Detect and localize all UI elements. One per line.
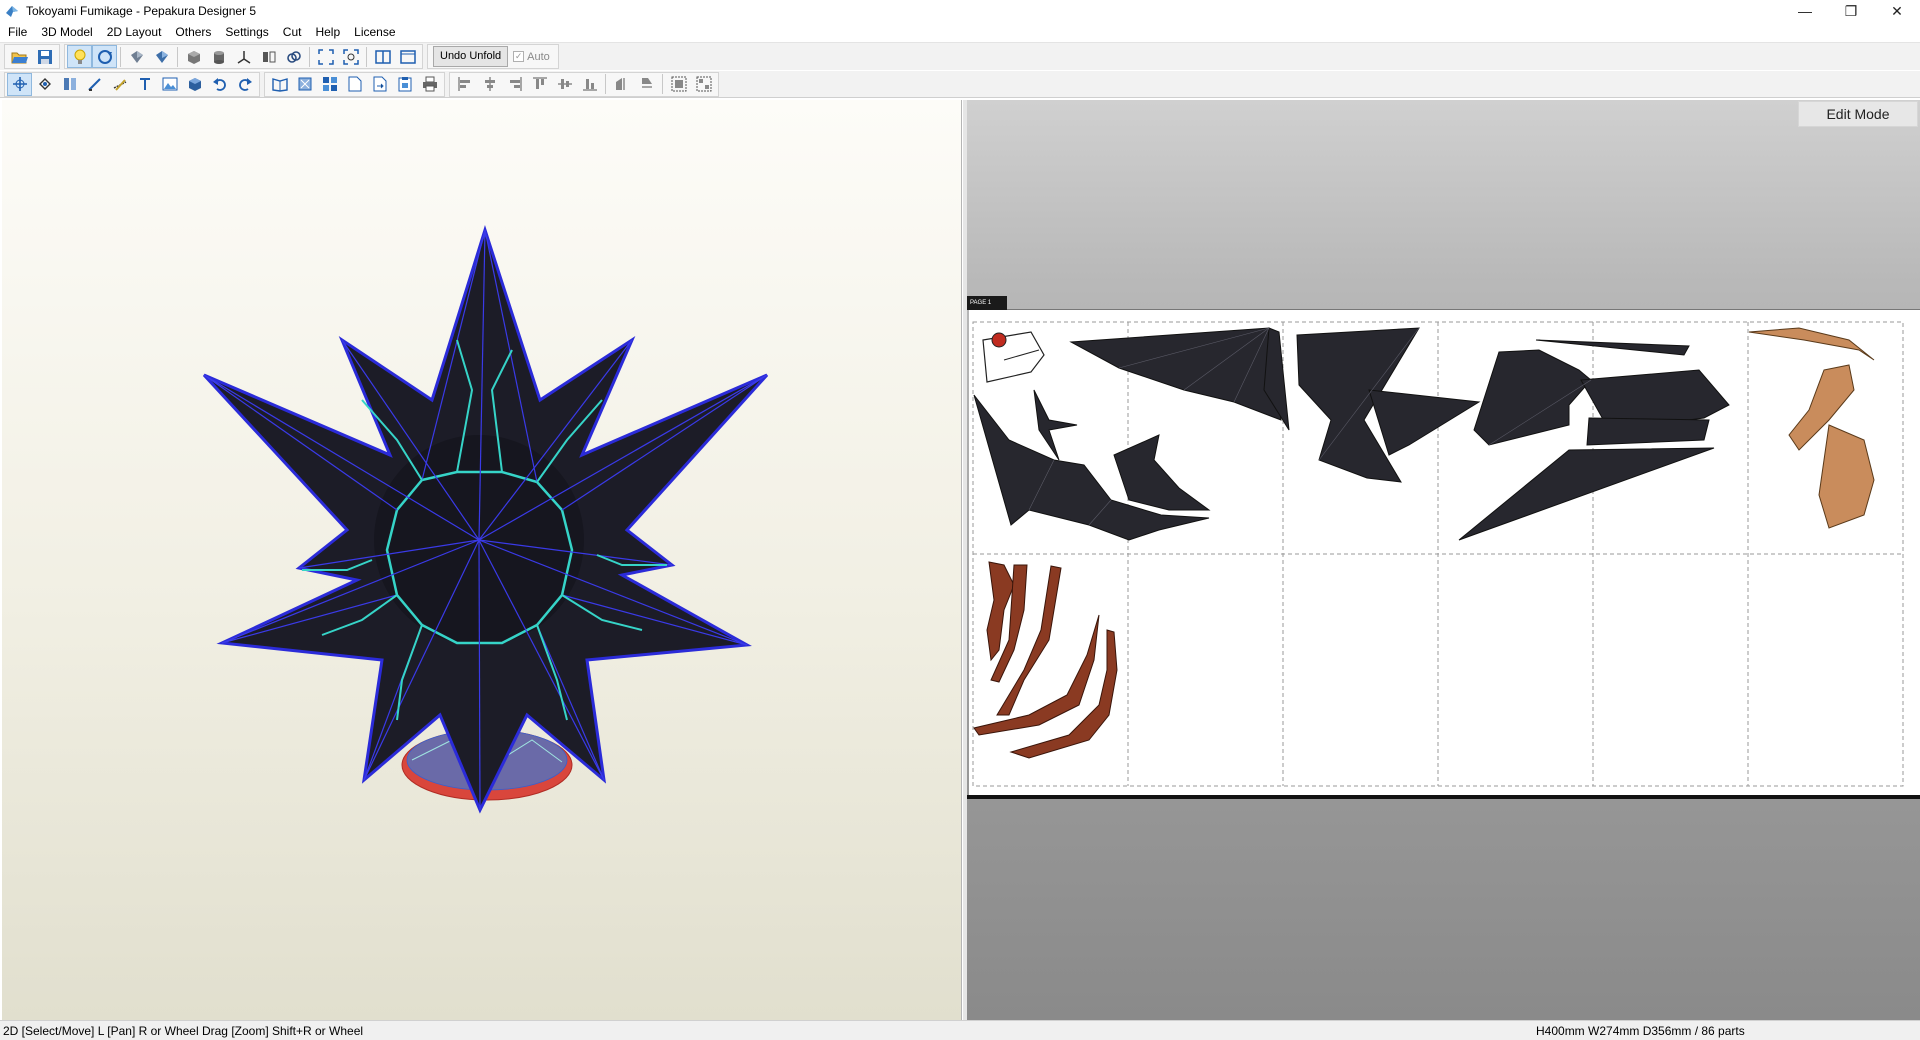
align-center-icon[interactable] — [477, 73, 502, 96]
auto-label: Auto — [527, 50, 550, 63]
split-view-icon[interactable] — [370, 45, 395, 68]
axis-icon[interactable] — [231, 45, 256, 68]
menu-others[interactable]: Others — [168, 22, 218, 43]
status-model-info: H400mm W274mm D356mm / 86 parts — [1536, 1024, 1745, 1038]
part — [1458, 447, 1715, 541]
open-icon[interactable] — [7, 45, 32, 68]
align-bottom-icon[interactable] — [577, 73, 602, 96]
menu-settings[interactable]: Settings — [218, 22, 275, 43]
cylinder-icon[interactable] — [206, 45, 231, 68]
align-right-icon[interactable] — [502, 73, 527, 96]
page-setup-icon[interactable] — [342, 73, 367, 96]
fold-line-icon[interactable] — [107, 73, 132, 96]
save-icon[interactable] — [32, 45, 57, 68]
fit-view-icon[interactable] — [313, 45, 338, 68]
select-move-icon[interactable] — [7, 72, 32, 96]
clipboard-icon[interactable] — [392, 73, 417, 96]
image-icon[interactable] — [157, 73, 182, 96]
undo-unfold-button[interactable]: Undo Unfold — [433, 46, 509, 67]
minimize-button[interactable]: — — [1782, 0, 1828, 22]
part — [1113, 434, 1211, 511]
menu-2d-layout[interactable]: 2D Layout — [100, 22, 169, 43]
3d-model — [202, 225, 769, 814]
file-toolbar-group — [4, 44, 60, 69]
menu-license[interactable]: License — [347, 22, 402, 43]
3d-view[interactable] — [2, 100, 962, 1020]
align-middle-icon[interactable] — [552, 73, 577, 96]
redo-icon[interactable] — [232, 73, 257, 96]
close-button[interactable]: ✕ — [1874, 0, 1920, 22]
part — [1535, 339, 1690, 356]
edit-toolbar-group — [4, 71, 260, 97]
page-toolbar-group — [264, 71, 445, 97]
link-icon[interactable] — [281, 45, 306, 68]
part — [1368, 389, 1481, 456]
distribute-h-icon[interactable] — [609, 73, 634, 96]
layout-toolbar — [0, 71, 1920, 98]
unfolded-parts — [972, 321, 1904, 787]
3d-part-icon[interactable] — [182, 73, 207, 96]
model-shade-icon[interactable] — [124, 45, 149, 68]
status-bar: 2D [Select/Move] L [Pan] R or Wheel Drag… — [0, 1020, 1920, 1040]
align-left-icon[interactable] — [452, 73, 477, 96]
title-bar: Tokoyami Fumikage - Pepakura Designer 5 … — [0, 0, 1920, 22]
arrange-icon[interactable] — [317, 73, 342, 96]
group-icon[interactable] — [666, 73, 691, 96]
unfold-toolbar-group: Undo Unfold ✓ Auto — [427, 44, 559, 69]
zoom-fit-icon[interactable] — [338, 45, 363, 68]
light-bulb-icon[interactable] — [67, 45, 92, 68]
flip-icon[interactable] — [256, 45, 281, 68]
edit-line-icon[interactable] — [82, 73, 107, 96]
menu-bar: File 3D Model 2D Layout Others Settings … — [0, 22, 1920, 43]
menu-cut[interactable]: Cut — [276, 22, 309, 43]
part — [973, 394, 1210, 541]
restore-button[interactable]: ❐ — [1828, 0, 1874, 22]
fit-page-icon[interactable] — [292, 73, 317, 96]
export-icon[interactable] — [367, 73, 392, 96]
page-tag: PAGE 1 — [967, 296, 1007, 310]
print-icon[interactable] — [417, 73, 442, 96]
view-toolbar-group — [64, 44, 423, 69]
part — [1033, 389, 1078, 461]
pepakura-icon — [6, 6, 18, 17]
menu-help[interactable]: Help — [308, 22, 347, 43]
paper-sheet — [969, 310, 1920, 798]
auto-checkbox[interactable]: ✓ Auto — [513, 51, 550, 63]
window-title: Tokoyami Fumikage - Pepakura Designer 5 — [26, 4, 257, 18]
2d-view[interactable]: Edit Mode PAGE 1 — [967, 100, 1920, 1020]
undo-icon[interactable] — [207, 73, 232, 96]
menu-file[interactable]: File — [0, 22, 34, 43]
rotate-part-icon[interactable] — [32, 73, 57, 96]
box-icon[interactable] — [181, 45, 206, 68]
edit-mode-button[interactable]: Edit Mode — [1798, 101, 1918, 127]
single-view-icon[interactable] — [395, 45, 420, 68]
book-icon[interactable] — [267, 73, 292, 96]
join-icon[interactable] — [57, 73, 82, 96]
paper-edge — [967, 795, 1920, 799]
part — [1069, 327, 1282, 421]
part — [1818, 424, 1875, 529]
part — [1748, 327, 1875, 361]
check-icon: ✓ — [513, 51, 525, 62]
menu-3d-model[interactable]: 3D Model — [34, 22, 99, 43]
part — [1473, 349, 1592, 446]
distribute-v-icon[interactable] — [634, 73, 659, 96]
part — [1009, 629, 1118, 759]
main-toolbar: Undo Unfold ✓ Auto — [0, 43, 1920, 70]
align-top-icon[interactable] — [527, 73, 552, 96]
rotate-view-icon[interactable] — [92, 45, 117, 68]
part — [1586, 417, 1710, 446]
status-hint: 2D [Select/Move] L [Pan] R or Wheel Drag… — [3, 1024, 364, 1038]
model-texture-icon[interactable] — [149, 45, 174, 68]
ungroup-icon[interactable] — [691, 73, 716, 96]
align-toolbar-group — [449, 71, 719, 97]
text-icon[interactable] — [132, 73, 157, 96]
